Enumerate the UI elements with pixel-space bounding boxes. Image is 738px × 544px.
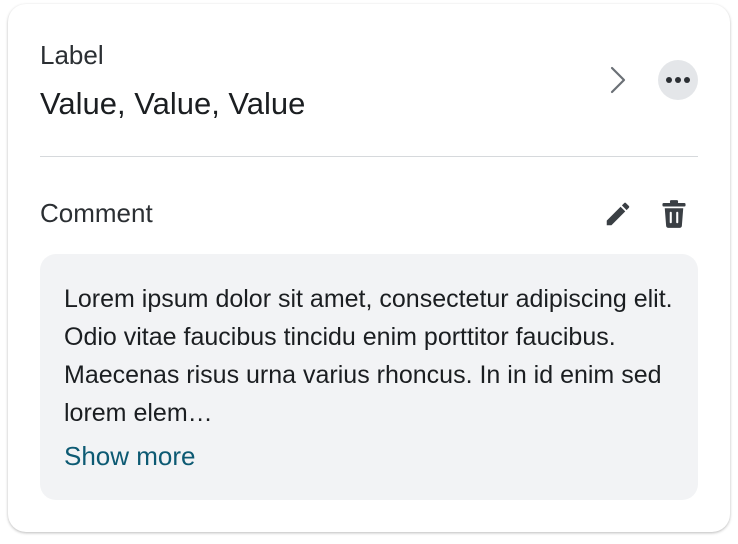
field-label: Label	[40, 40, 104, 70]
expand-button[interactable]	[598, 60, 638, 100]
field-value: Value, Value, Value	[40, 86, 306, 121]
pencil-icon	[606, 202, 630, 226]
chevron-right-icon	[610, 66, 626, 94]
more-options-button[interactable]	[658, 60, 698, 100]
delete-comment-button[interactable]	[656, 196, 692, 232]
comment-label: Comment	[40, 198, 153, 228]
field-card: Label Value, Value, Value Comment Lorem …	[8, 4, 730, 532]
edit-comment-button[interactable]	[600, 196, 636, 232]
more-horizontal-icon	[666, 77, 690, 83]
show-more-link[interactable]: Show more	[64, 438, 196, 474]
comment-text: Lorem ipsum dolor sit amet, consectetur …	[64, 285, 673, 427]
trash-icon	[662, 200, 686, 228]
comment-box: Lorem ipsum dolor sit amet, consectetur …	[40, 254, 698, 500]
divider	[40, 156, 698, 157]
